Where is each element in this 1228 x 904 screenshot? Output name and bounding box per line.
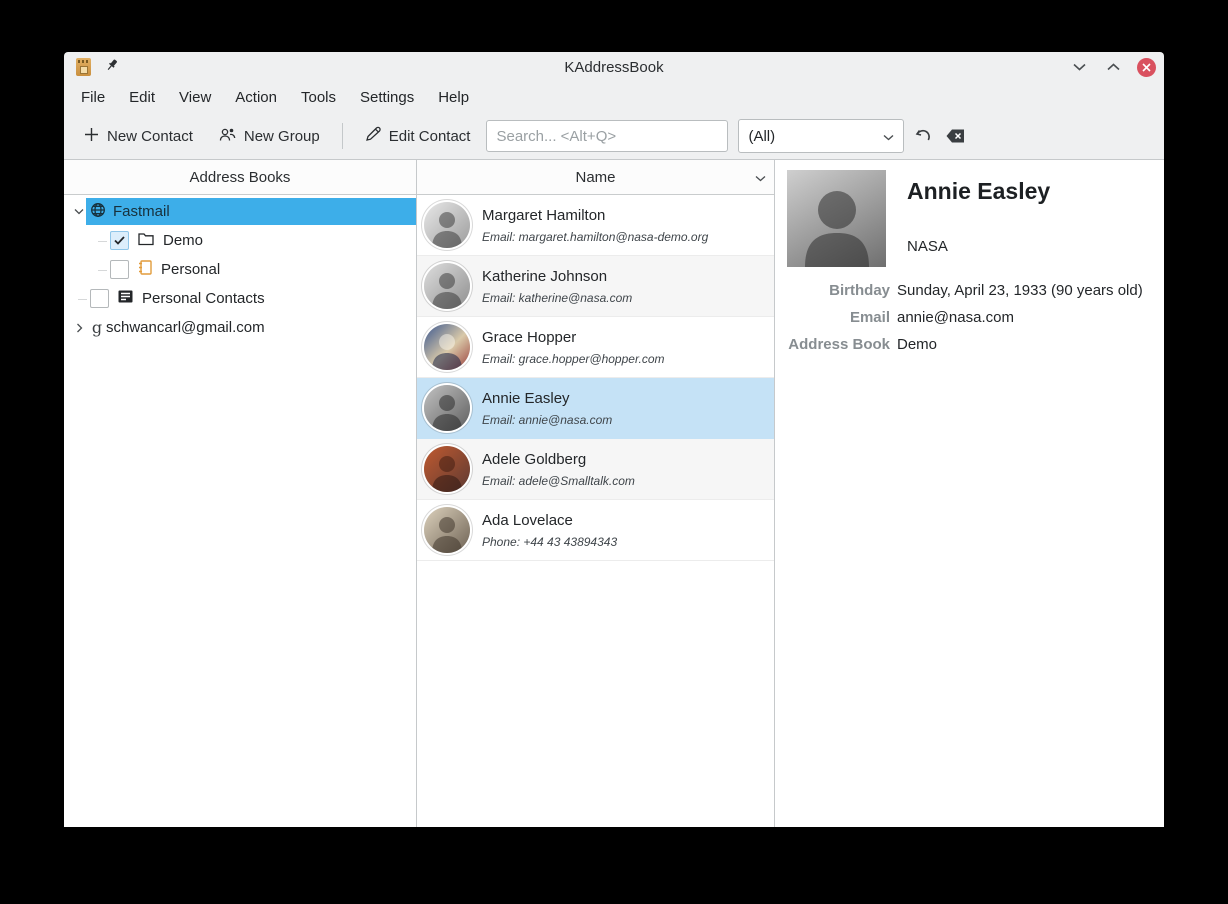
contact-name: Annie Easley [482, 390, 612, 407]
tree-item-personal[interactable]: Personal [64, 255, 416, 284]
filter-dropdown[interactable]: (All) [738, 119, 904, 153]
contact-avatar [424, 202, 470, 248]
contact-avatar [424, 507, 470, 553]
window-controls [1069, 57, 1156, 77]
kaddressbook-window: KAddressBook File Edit View Action Tools… [64, 52, 1164, 827]
address-books-tree: Fastmail Demo [64, 195, 416, 342]
close-icon[interactable] [1137, 58, 1156, 77]
tree-item-fastmail[interactable]: Fastmail [64, 197, 416, 226]
contact-detail: Email: grace.hopper@hopper.com [482, 352, 665, 366]
chevron-right-icon[interactable] [72, 323, 86, 333]
globe-icon [90, 202, 106, 222]
contact-name: Ada Lovelace [482, 512, 617, 529]
field-value-email: annie@nasa.com [897, 309, 1152, 326]
contact-avatar [424, 446, 470, 492]
menu-tools[interactable]: Tools [290, 85, 347, 110]
contact-detail: Email: katherine@nasa.com [482, 291, 632, 305]
menu-view[interactable]: View [168, 85, 222, 110]
pencil-icon [365, 126, 381, 146]
contact-avatar [424, 385, 470, 431]
clear-search-icon[interactable] [942, 123, 968, 149]
menu-edit[interactable]: Edit [118, 85, 166, 110]
tree-item-personal-contacts[interactable]: Personal Contacts [64, 284, 416, 313]
window-title: KAddressBook [64, 59, 1164, 76]
contact-row-adele-goldberg[interactable]: Adele Goldberg Email: adele@Smalltalk.co… [417, 439, 774, 500]
edit-contact-button[interactable]: Edit Contact [355, 120, 481, 152]
contact-detail: Email: annie@nasa.com [482, 413, 612, 427]
field-label-email: Email [787, 309, 890, 326]
new-contact-button[interactable]: New Contact [74, 121, 203, 152]
people-icon [219, 127, 236, 146]
main-content: Address Books Fastmail [64, 159, 1164, 827]
detail-fields: Birthday Sunday, April 23, 1933 (90 year… [787, 282, 1152, 353]
google-icon: g [90, 318, 104, 337]
contact-name: Katherine Johnson [482, 268, 632, 285]
field-value-address-book: Demo [897, 336, 1152, 353]
contact-avatar [424, 263, 470, 309]
demo-checkbox[interactable] [110, 231, 129, 250]
personal-checkbox[interactable] [110, 260, 129, 279]
contact-detail: Phone: +44 43 43894343 [482, 535, 617, 549]
detail-organization: NASA [907, 238, 1050, 255]
toolbar-separator [342, 123, 343, 149]
field-label-address-book: Address Book [787, 336, 890, 353]
tree-item-gmail-account[interactable]: g schwancarl@gmail.com [64, 313, 416, 342]
toolbar: New Contact New Group Edit Contact [64, 113, 1164, 159]
folder-icon [138, 232, 154, 250]
contact-photo [787, 170, 886, 267]
menu-bar: File Edit View Action Tools Settings Hel… [64, 82, 1164, 113]
menu-file[interactable]: File [70, 85, 116, 110]
menu-help[interactable]: Help [427, 85, 480, 110]
maximize-icon[interactable] [1103, 57, 1123, 77]
new-group-button[interactable]: New Group [209, 121, 330, 152]
contact-name: Adele Goldberg [482, 451, 635, 468]
menu-action[interactable]: Action [224, 85, 288, 110]
contact-list-panel: Name Margaret Hamilton Email: margaret.h… [416, 160, 774, 827]
notebook-icon [138, 260, 152, 279]
contact-list: Margaret Hamilton Email: margaret.hamilt… [417, 195, 774, 827]
titlebar: KAddressBook [64, 52, 1164, 82]
contact-row-ada-lovelace[interactable]: Ada Lovelace Phone: +44 43 43894343 [417, 500, 774, 561]
contact-row-grace-hopper[interactable]: Grace Hopper Email: grace.hopper@hopper.… [417, 317, 774, 378]
name-column-header[interactable]: Name [417, 160, 774, 195]
sort-chevron-icon[interactable] [755, 169, 766, 186]
contact-row-margaret-hamilton[interactable]: Margaret Hamilton Email: margaret.hamilt… [417, 195, 774, 256]
contact-row-katherine-johnson[interactable]: Katherine Johnson Email: katherine@nasa.… [417, 256, 774, 317]
menu-settings[interactable]: Settings [349, 85, 425, 110]
address-books-header: Address Books [64, 160, 416, 195]
contact-detail: Email: margaret.hamilton@nasa-demo.org [482, 230, 708, 244]
minimize-icon[interactable] [1069, 57, 1089, 77]
personal-contacts-checkbox[interactable] [90, 289, 109, 308]
contacts-list-icon [118, 290, 133, 307]
undo-search-icon[interactable] [910, 123, 936, 149]
contact-avatar [424, 324, 470, 370]
contact-name: Margaret Hamilton [482, 207, 708, 224]
contact-name: Grace Hopper [482, 329, 665, 346]
contact-row-annie-easley[interactable]: Annie Easley Email: annie@nasa.com [417, 378, 774, 439]
tree-item-demo[interactable]: Demo [64, 226, 416, 255]
plus-icon [84, 127, 99, 146]
chevron-down-icon[interactable] [72, 208, 86, 215]
detail-contact-name: Annie Easley [907, 178, 1050, 205]
search-input[interactable] [486, 120, 728, 152]
contact-detail: Email: adele@Smalltalk.com [482, 474, 635, 488]
address-books-panel: Address Books Fastmail [64, 160, 416, 827]
field-label-birthday: Birthday [787, 282, 890, 299]
contact-details-panel: Annie Easley NASA Birthday Sunday, April… [774, 160, 1164, 827]
chevron-down-icon [883, 128, 894, 145]
field-value-birthday: Sunday, April 23, 1933 (90 years old) [897, 282, 1152, 299]
